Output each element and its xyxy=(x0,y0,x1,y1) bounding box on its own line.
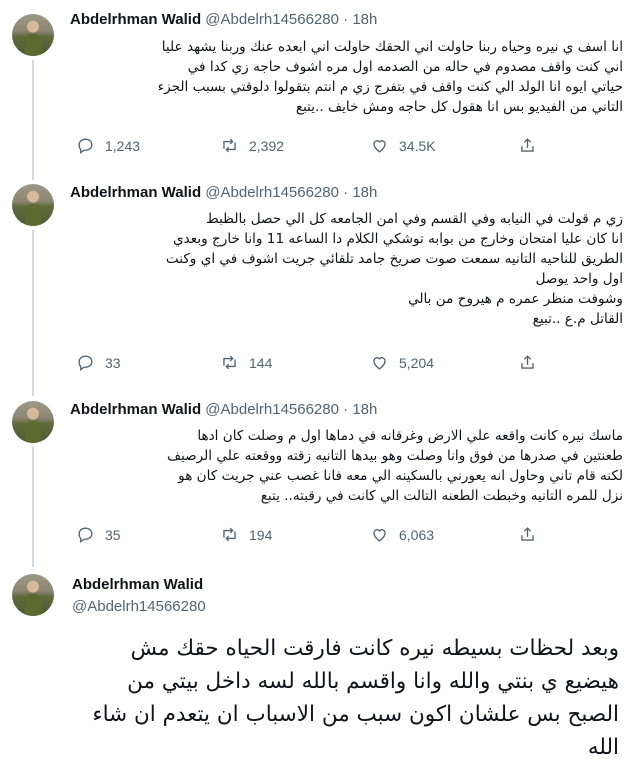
tweet-3[interactable]: Abdelrhman Walid @Abdelrh14566280 · 18h … xyxy=(0,396,637,567)
heart-icon xyxy=(373,140,386,153)
tweet-line: الله xyxy=(587,735,619,760)
tweet-line: انا اسف ي نيره وحياه ربنا حاولت اني الحق… xyxy=(161,39,623,55)
tweet-line: طعنتين في صدرها من فوق وانا وصلت وهو بيد… xyxy=(166,448,623,464)
tweet-line: وشوفت منظر عمره م هيروح من بالي xyxy=(408,291,623,307)
share-button[interactable] xyxy=(518,353,537,372)
avatar[interactable] xyxy=(12,14,54,56)
separator-dot: · xyxy=(343,11,349,28)
like-count: 5,204 xyxy=(399,354,435,371)
reply-button[interactable]: 1,243 xyxy=(76,136,140,155)
reply-icon xyxy=(78,527,93,543)
tweet-line: انا كان عليا امتحان وخارج من بوابه توشكي… xyxy=(173,231,623,247)
thread-line xyxy=(32,60,34,180)
reply-count: 35 xyxy=(105,526,121,543)
reply-button[interactable]: 35 xyxy=(76,525,121,544)
author-name[interactable]: Abdelrhman Walid xyxy=(70,11,201,28)
tweet-text: انا اسف ي نيره وحياه ربنا حاولت اني الحق… xyxy=(72,37,623,117)
avatar[interactable] xyxy=(12,574,54,616)
author-name[interactable]: Abdelrhman Walid xyxy=(72,576,203,593)
tweet-time[interactable]: 18h xyxy=(352,11,377,28)
tweet-actions: 35 194 6,063 xyxy=(70,525,540,549)
tweet-line: ماسك نيره كانت واقعه علي الارض وغرقانه ف… xyxy=(197,428,623,444)
retweet-count: 2,392 xyxy=(249,137,285,154)
thread-line xyxy=(32,447,34,567)
retweet-icon xyxy=(223,527,236,542)
share-button[interactable] xyxy=(518,525,537,544)
author-name[interactable]: Abdelrhman Walid xyxy=(70,184,201,201)
tweet-header: Abdelrhman Walid @Abdelrh14566280 · 18h xyxy=(70,400,377,420)
retweet-icon xyxy=(223,355,236,370)
tweet-header: Abdelrhman Walid @Abdelrh14566280 · 18h xyxy=(70,183,377,203)
like-button[interactable]: 6,063 xyxy=(370,525,434,544)
like-count: 6,063 xyxy=(399,526,435,543)
tweet-line: وبعد لحظات بسيطه نيره كانت فارقت الحياه … xyxy=(130,636,619,661)
tweet-line: اول واحد يوصل xyxy=(535,271,623,287)
tweet-line: لكنه قام تاني وحاول انه يعورني بالسكينه … xyxy=(178,468,623,484)
like-button[interactable]: 34.5K xyxy=(370,136,436,155)
tweet-line: التاني من الفيديو بس انا هقول كل حاجه وم… xyxy=(295,99,623,115)
share-icon xyxy=(521,527,534,541)
tweet-actions: 33 144 5,204 xyxy=(70,353,540,377)
tweet-time[interactable]: 18h xyxy=(352,184,377,201)
tweet-text: زي م قولت في النيابه وفي القسم وفي امن ا… xyxy=(72,209,623,329)
retweet-button[interactable]: 194 xyxy=(220,525,272,544)
tweet-line: القاتل م.ع ..تبيع xyxy=(532,311,623,327)
retweet-icon xyxy=(223,138,236,153)
reply-count: 33 xyxy=(105,354,121,371)
like-count: 34.5K xyxy=(399,137,436,154)
share-icon xyxy=(521,138,534,152)
tweet-line: اني كنت واقف مصدوم في حاله من الصدمه اول… xyxy=(187,59,623,75)
retweet-button[interactable]: 2,392 xyxy=(220,136,284,155)
tweet-line: حياتي ايوه انا الولد الي كنت واقف في بتف… xyxy=(157,79,623,95)
retweet-button[interactable]: 144 xyxy=(220,353,272,372)
tweet-time[interactable]: 18h xyxy=(352,401,377,418)
tweet-line: هيضيع ي بنتي والله وانا واقسم بالله لسه … xyxy=(127,669,619,694)
tweet-actions: 1,243 2,392 34.5K xyxy=(70,136,540,160)
author-handle[interactable]: @Abdelrh14566280 xyxy=(205,11,339,28)
reply-icon xyxy=(78,355,93,371)
like-button[interactable]: 5,204 xyxy=(370,353,434,372)
reply-count: 1,243 xyxy=(105,137,141,154)
author-name[interactable]: Abdelrhman Walid xyxy=(70,401,201,418)
tweet-text: ماسك نيره كانت واقعه علي الارض وغرقانه ف… xyxy=(72,426,623,506)
tweet-header: Abdelrhman Walid @Abdelrh14566280 · 18h xyxy=(70,10,377,30)
tweet-1[interactable]: Abdelrhman Walid @Abdelrh14566280 · 18h … xyxy=(0,0,637,180)
avatar[interactable] xyxy=(12,401,54,443)
author-handle[interactable]: @Abdelrh14566280 xyxy=(205,184,339,201)
thread-line xyxy=(32,230,34,396)
heart-icon xyxy=(373,529,386,542)
main-tweet-text: وبعد لحظات بسيطه نيره كانت فارقت الحياه … xyxy=(18,632,619,764)
tweet-line: نزل للمره التانيه وخبطت الطعنه التالت ال… xyxy=(260,488,623,504)
retweet-count: 144 xyxy=(249,354,273,371)
tweet-line: الطريق للناحيه التانيه سمعت صوت صريخ جام… xyxy=(165,251,623,267)
share-button[interactable] xyxy=(518,136,537,155)
separator-dot: · xyxy=(343,184,349,201)
author-handle[interactable]: @Abdelrh14566280 xyxy=(205,401,339,418)
tweet-line: الصبح بس علشان اكون سبب من الاسباب ان يت… xyxy=(92,702,619,727)
share-icon xyxy=(521,355,534,369)
tweet-line: زي م قولت في النيابه وفي القسم وفي امن ا… xyxy=(206,211,623,227)
separator-dot: · xyxy=(343,401,349,418)
reply-icon xyxy=(78,138,93,154)
retweet-count: 194 xyxy=(249,526,273,543)
tweet-2[interactable]: Abdelrhman Walid @Abdelrh14566280 · 18h … xyxy=(0,180,637,396)
avatar[interactable] xyxy=(12,184,54,226)
heart-icon xyxy=(373,357,386,370)
author-handle[interactable]: @Abdelrh14566280 xyxy=(72,598,206,615)
reply-button[interactable]: 33 xyxy=(76,353,121,372)
